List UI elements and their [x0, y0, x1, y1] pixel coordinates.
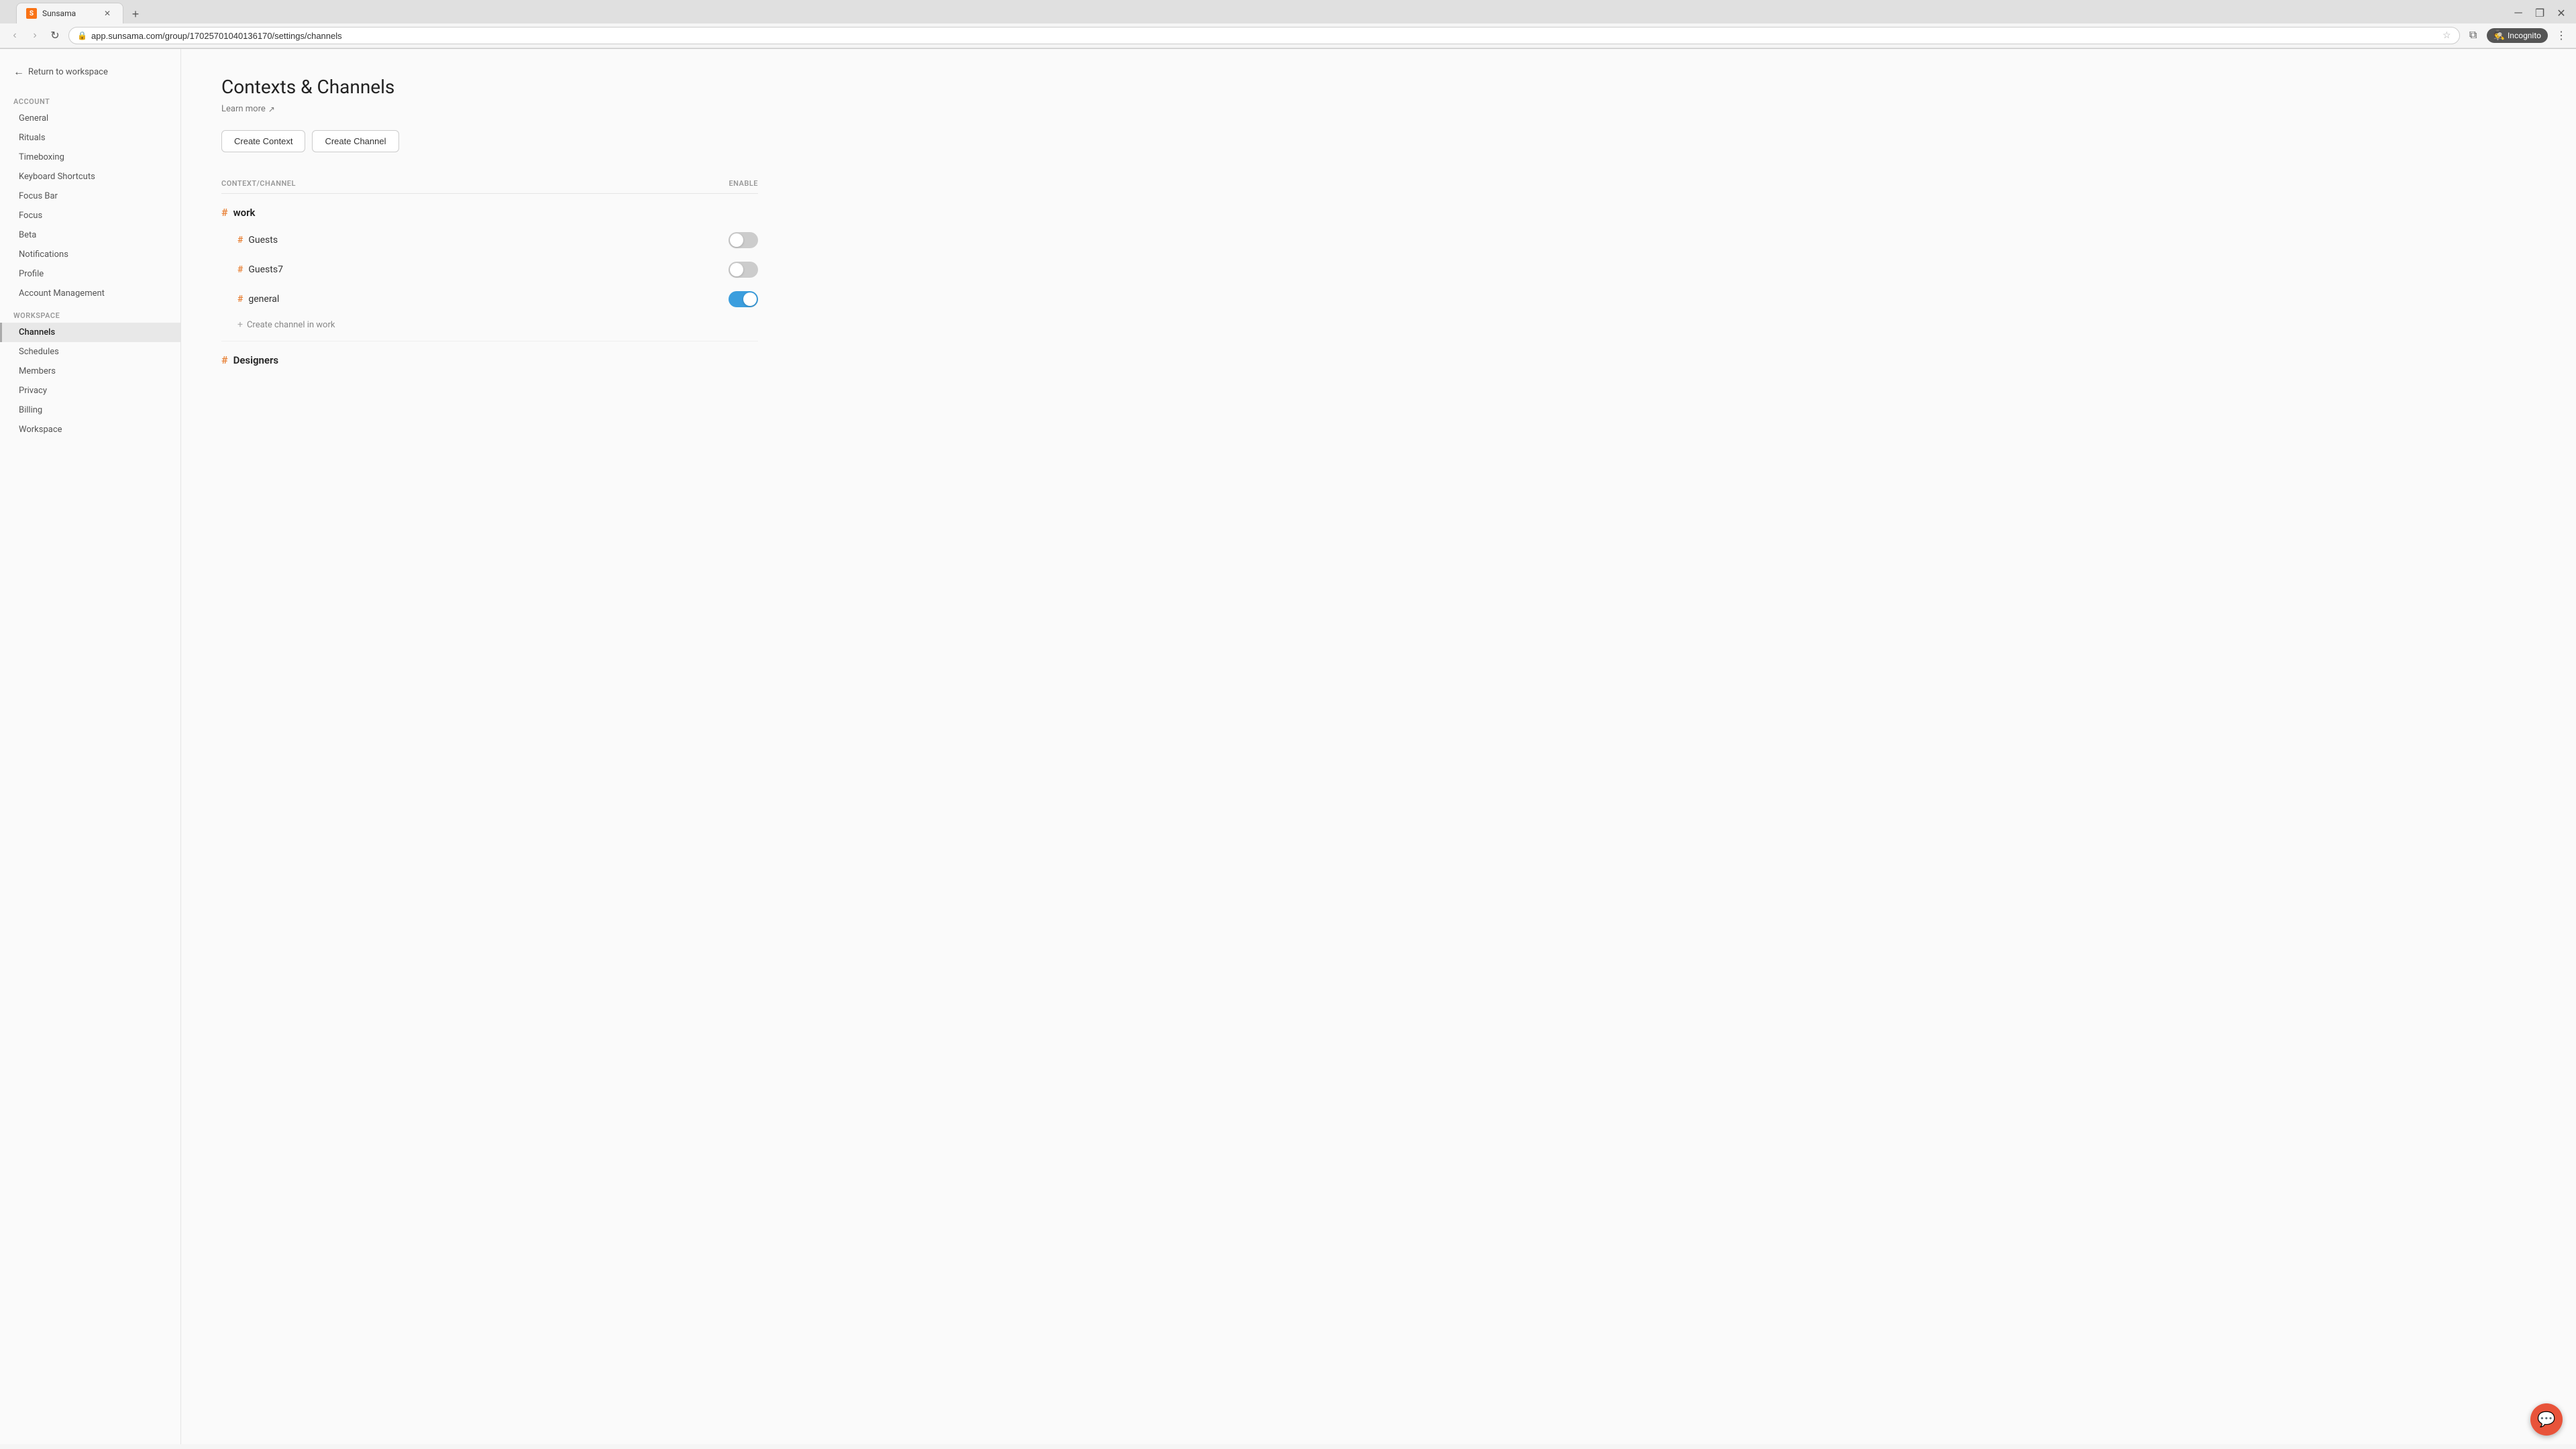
sidebar-item-workspace[interactable]: Workspace: [0, 420, 180, 439]
incognito-badge: 🕵 Incognito: [2487, 28, 2548, 43]
sidebar-item-channels[interactable]: Channels: [0, 323, 180, 342]
sidebar-item-focus[interactable]: Focus: [0, 206, 180, 225]
sidebar-item-keyboard-shortcuts[interactable]: Keyboard Shortcuts: [0, 167, 180, 186]
sidebar-item-account-management[interactable]: Account Management: [0, 284, 180, 303]
return-to-workspace-link[interactable]: ← Return to workspace: [0, 60, 180, 89]
plus-icon: +: [237, 319, 243, 330]
incognito-icon: 🕵: [2493, 30, 2505, 41]
sidebar-item-focus-bar[interactable]: Focus Bar: [0, 186, 180, 206]
learn-more-link[interactable]: Learn more ↗: [221, 104, 275, 114]
learn-more-label: Learn more: [221, 104, 266, 114]
sidebar-item-members[interactable]: Members: [0, 362, 180, 381]
sidebar-item-notifications[interactable]: Notifications: [0, 245, 180, 264]
context-hash-designers: #: [221, 354, 228, 366]
channel-hash-guests7: #: [237, 264, 243, 275]
channel-left-guests: # Guests: [237, 235, 278, 246]
sidebar-item-rituals[interactable]: Rituals: [0, 128, 180, 148]
address-bar-wrapper: 🔒 ☆: [68, 27, 2460, 44]
account-section-label: Account: [0, 89, 180, 109]
tab-favicon: S: [26, 8, 37, 19]
toggle-guests[interactable]: [729, 232, 758, 248]
main-content: Contexts & Channels Learn more ↗ Create …: [181, 49, 2576, 1444]
channel-name-guests: Guests: [248, 235, 278, 246]
channel-name-general: general: [248, 294, 279, 305]
channel-row-guests7: # Guests7: [221, 255, 758, 284]
back-label: Return to workspace: [28, 67, 108, 77]
enable-header: ENABLE: [729, 179, 758, 188]
forward-button[interactable]: ›: [25, 26, 44, 45]
action-buttons: Create Context Create Channel: [221, 130, 2536, 152]
refresh-button[interactable]: ↻: [46, 26, 64, 45]
chat-bubble-button[interactable]: 💬: [2530, 1403, 2563, 1436]
context-row-work[interactable]: # work: [221, 199, 758, 225]
chat-bubble-icon: 💬: [2537, 1411, 2555, 1428]
toggle-knob-guests: [730, 233, 743, 247]
back-arrow-icon: ←: [13, 65, 24, 78]
table-header: CONTEXT/CHANNEL ENABLE: [221, 174, 758, 194]
context-row-designers[interactable]: # Designers: [221, 347, 758, 373]
toggle-knob-guests7: [730, 263, 743, 276]
menu-button[interactable]: ⋮: [2552, 26, 2571, 45]
channel-row-guests: # Guests: [221, 225, 758, 255]
sidebar-item-schedules[interactable]: Schedules: [0, 342, 180, 362]
restore-button[interactable]: ❐: [2530, 4, 2549, 23]
browser-tab[interactable]: S Sunsama ✕: [16, 3, 123, 23]
sidebar-item-general[interactable]: General: [0, 109, 180, 128]
create-channel-in-work[interactable]: + Create channel in work: [221, 314, 758, 335]
app-container: ← Return to workspace Account General Ri…: [0, 49, 2576, 1444]
sidebar-item-billing[interactable]: Billing: [0, 400, 180, 420]
new-tab-button[interactable]: +: [126, 5, 145, 23]
browser-toolbar: ‹ › ↻ 🔒 ☆ ⧉ 🕵 Incognito ⋮: [0, 23, 2576, 48]
tab-close-button[interactable]: ✕: [101, 7, 113, 19]
create-context-button[interactable]: Create Context: [221, 130, 305, 152]
external-link-icon: ↗: [268, 105, 275, 114]
window-controls: [5, 11, 16, 16]
context-hash-work: #: [221, 206, 228, 219]
lock-icon: 🔒: [77, 31, 87, 40]
context-name-designers: Designers: [233, 354, 279, 366]
create-channel-button[interactable]: Create Channel: [312, 130, 398, 152]
channel-hash-general: #: [237, 294, 243, 305]
back-button[interactable]: ‹: [5, 26, 24, 45]
address-bar[interactable]: [91, 31, 2438, 41]
toggle-guests7[interactable]: [729, 262, 758, 278]
sidebar: ← Return to workspace Account General Ri…: [0, 49, 181, 1444]
toggle-knob-general: [743, 292, 757, 306]
minimize-button[interactable]: ─: [2509, 4, 2528, 23]
toggle-general[interactable]: [729, 291, 758, 307]
channel-hash-guests: #: [237, 235, 243, 246]
star-icon[interactable]: ☆: [2443, 30, 2451, 41]
close-button[interactable]: ✕: [2552, 4, 2571, 23]
channel-left-guests7: # Guests7: [237, 264, 283, 275]
sidebar-item-beta[interactable]: Beta: [0, 225, 180, 245]
workspace-section-label: Workspace: [0, 303, 180, 323]
sidebar-item-profile[interactable]: Profile: [0, 264, 180, 284]
channel-table: CONTEXT/CHANNEL ENABLE # work # Guests: [221, 174, 758, 373]
channel-row-general: # general: [221, 284, 758, 314]
context-name-work: work: [233, 207, 256, 219]
channel-left-general: # general: [237, 294, 279, 305]
tab-title: Sunsama: [42, 9, 96, 18]
sidebar-item-timeboxing[interactable]: Timeboxing: [0, 148, 180, 167]
context-channel-header: CONTEXT/CHANNEL: [221, 179, 296, 188]
page-title: Contexts & Channels: [221, 76, 2536, 98]
channel-name-guests7: Guests7: [248, 264, 283, 275]
sidebar-item-privacy[interactable]: Privacy: [0, 381, 180, 400]
browser-chrome: S Sunsama ✕ + ─ ❐ ✕ ‹ › ↻ 🔒 ☆ ⧉ 🕵 I: [0, 0, 2576, 49]
extensions-button[interactable]: ⧉: [2464, 26, 2483, 45]
create-channel-in-work-label: Create channel in work: [247, 320, 335, 330]
incognito-label: Incognito: [2508, 31, 2541, 40]
